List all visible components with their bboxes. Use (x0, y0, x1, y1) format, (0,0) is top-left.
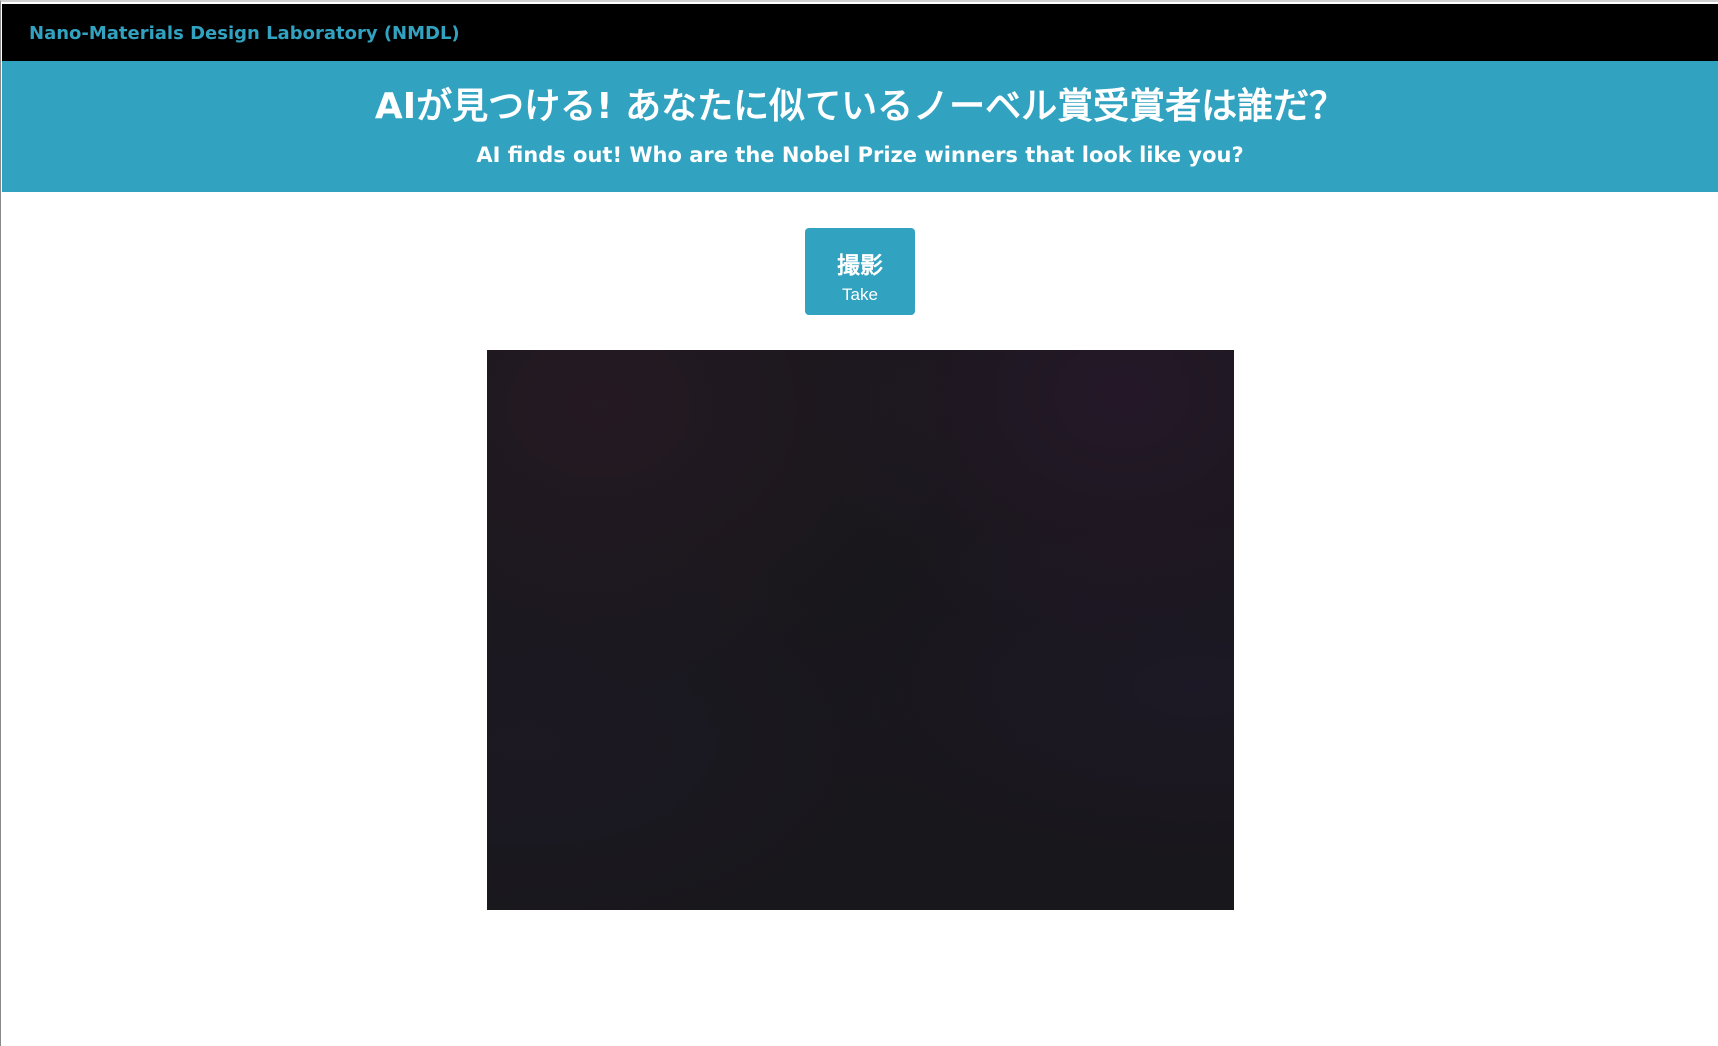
page-subtitle: AI finds out! Who are the Nobel Prize wi… (476, 143, 1244, 167)
take-photo-button[interactable]: 撮影 Take (805, 228, 915, 315)
navbar: Nano-Materials Design Laboratory (NMDL) (2, 4, 1718, 61)
camera-preview (487, 350, 1234, 910)
take-button-label-en: Take (842, 284, 878, 304)
brand-title[interactable]: Nano-Materials Design Laboratory (NMDL) (29, 23, 460, 44)
page-title: AIが見つける! あなたに似ているノーベル賞受賞者は誰だ？ (374, 86, 1346, 127)
hero-banner: AIが見つける! あなたに似ているノーベル賞受賞者は誰だ？ AI finds o… (2, 61, 1718, 192)
take-button-label-ja: 撮影 (837, 251, 883, 278)
